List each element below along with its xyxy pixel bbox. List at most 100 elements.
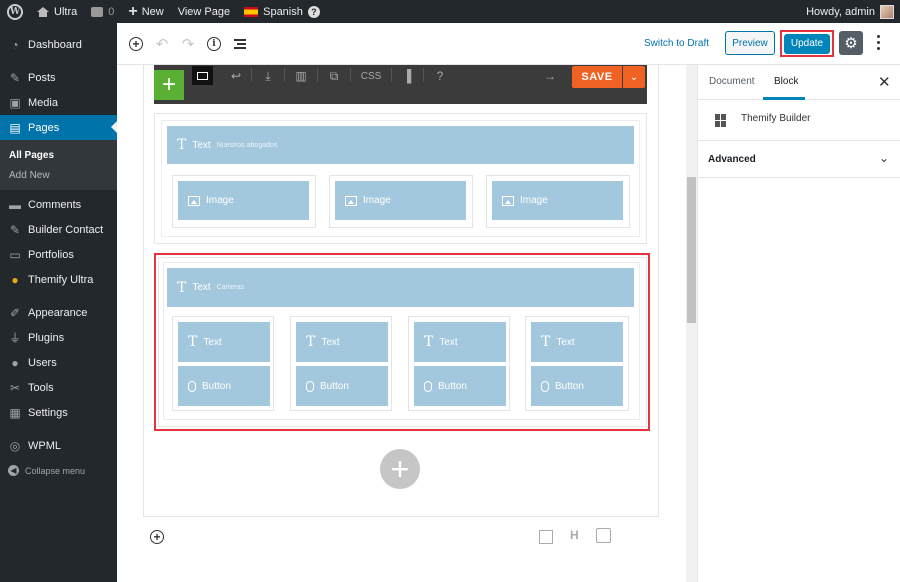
gallery-block-shortcut[interactable] xyxy=(596,528,611,543)
admin-sidebar: ◔ Dashboard ✎ Posts ▣ Media ▤ Pages All Page… xyxy=(0,23,117,582)
language-label: Spanish xyxy=(263,5,303,18)
sidebar-item-posts[interactable]: ✎ Posts xyxy=(0,65,117,90)
sidebar-item-media[interactable]: ▣ Media xyxy=(0,90,117,115)
site-name-link[interactable]: Ultra xyxy=(30,0,84,23)
dot-icon xyxy=(876,41,880,44)
language-switcher[interactable]: Spanish? xyxy=(237,0,327,23)
layout-icon: ▥ xyxy=(295,69,307,83)
info-icon: i xyxy=(207,37,221,51)
update-button[interactable]: Update xyxy=(784,33,830,54)
sidebar-item-pages[interactable]: ▤ Pages xyxy=(0,115,117,140)
image-icon xyxy=(188,195,200,206)
arrow-right-icon: → xyxy=(544,69,556,83)
wrench-icon: ✂ xyxy=(9,380,21,395)
pages-icon: ▤ xyxy=(9,120,21,135)
add-row-button[interactable]: + xyxy=(380,449,420,489)
sidebar-item-tools[interactable]: ✂ Tools xyxy=(0,375,117,400)
submenu-add-new[interactable]: Add New xyxy=(0,165,117,185)
heading-block-shortcut[interactable]: H xyxy=(570,528,579,542)
sidebar-item-label: Plugins xyxy=(28,331,65,344)
open-frontend-button[interactable]: → xyxy=(543,68,557,84)
sidebar-item-label: Portfolios xyxy=(28,248,74,261)
add-block-button[interactable]: + xyxy=(127,35,145,53)
view-page-label: View Page xyxy=(177,5,231,18)
image-module[interactable]: Image xyxy=(335,181,466,220)
sidebar-item-label: Media xyxy=(28,96,58,109)
avatar xyxy=(880,4,894,19)
module-label: Image xyxy=(206,195,234,206)
image-module[interactable]: Image xyxy=(178,181,309,220)
close-settings-button[interactable]: ✕ xyxy=(878,73,891,91)
comment-icon xyxy=(91,6,104,17)
sidebar-item-comments[interactable]: ▬ Comments xyxy=(0,192,117,217)
advanced-panel-toggle[interactable]: Advanced ⌄ xyxy=(698,141,900,178)
settings-icon: ▦ xyxy=(9,405,21,420)
collapse-menu-button[interactable]: ◀ Collapse menu xyxy=(0,458,117,483)
duplicate-button[interactable]: ⧉ xyxy=(327,68,341,84)
scrollbar-thumb[interactable] xyxy=(687,177,696,323)
sidebar-item-users[interactable]: ● Users xyxy=(0,350,117,375)
save-button[interactable]: SAVE xyxy=(572,66,622,88)
import-button[interactable]: ⤓ xyxy=(261,68,275,84)
undo-icon: ↩ xyxy=(230,69,242,83)
comments-link[interactable]: 0 xyxy=(84,0,121,23)
revisions-button[interactable]: ▐ xyxy=(400,68,414,84)
help-button[interactable]: ? xyxy=(433,68,447,84)
greeting-label: Howdy, admin xyxy=(806,5,875,18)
dot-icon xyxy=(876,47,880,50)
tab-document[interactable]: Document xyxy=(709,76,755,87)
sidebar-item-wpml[interactable]: ◎ WPML xyxy=(0,433,117,458)
sidebar-item-label: Builder Contact xyxy=(28,223,104,236)
sidebar-item-appearance[interactable]: ✐ Appearance xyxy=(0,300,117,325)
settings-tabs: Document Block ✕ xyxy=(698,65,900,100)
sidebar-item-settings[interactable]: ▦ Settings xyxy=(0,400,117,425)
canvas-scrollbar[interactable] xyxy=(686,65,697,582)
tab-block[interactable]: Block xyxy=(774,76,798,87)
settings-toggle-button[interactable]: ⚙ xyxy=(839,31,863,55)
home-icon xyxy=(37,6,49,17)
sidebar-item-builder-contact[interactable]: ✎ Builder Contact xyxy=(0,217,117,242)
sidebar-item-dashboard[interactable]: ◔ Dashboard xyxy=(0,32,117,57)
preview-button[interactable]: Preview xyxy=(725,31,775,55)
sidebar-item-plugins[interactable]: ⏚ Plugins xyxy=(0,325,117,350)
block-name: Themify Builder xyxy=(741,113,811,124)
more-options-button[interactable] xyxy=(875,35,881,50)
block-navigation-button[interactable] xyxy=(231,35,249,53)
undo-button[interactable]: ↶ xyxy=(153,35,171,53)
view-page-link[interactable]: View Page xyxy=(171,0,237,23)
undo-history-button[interactable]: ↩ xyxy=(229,68,243,84)
module-label: Image xyxy=(520,195,548,206)
block-card: Themify Builder xyxy=(698,100,900,141)
account-menu[interactable]: Howdy, admin xyxy=(799,0,900,23)
sidebar-item-label: Dashboard xyxy=(28,38,82,51)
sidebar-item-themify-ultra[interactable]: ● Themify Ultra xyxy=(0,267,117,292)
sidebar-item-portfolios[interactable]: ▭ Portfolios xyxy=(0,242,117,267)
plus-icon: + xyxy=(390,451,410,487)
plus-icon: + xyxy=(161,71,176,98)
wordpress-logo-menu[interactable]: W xyxy=(0,0,30,23)
desktop-view-button[interactable] xyxy=(192,66,213,85)
save-options-dropdown[interactable]: ⌄ xyxy=(623,66,645,88)
comments-icon: ▬ xyxy=(9,197,21,212)
image-block-shortcut[interactable] xyxy=(539,530,553,544)
row-highlight-frame xyxy=(154,253,650,431)
image-icon xyxy=(345,195,357,206)
image-module[interactable]: Image xyxy=(492,181,623,220)
advanced-label: Advanced xyxy=(708,154,756,165)
layouts-button[interactable]: ▥ xyxy=(294,68,308,84)
toolbar-divider xyxy=(251,68,252,82)
add-module-button[interactable]: + xyxy=(154,70,184,100)
themify-icon: ● xyxy=(11,272,19,287)
content-info-button[interactable]: i xyxy=(205,35,223,53)
image-icon xyxy=(502,195,514,206)
new-content-link[interactable]: + New xyxy=(121,0,170,23)
text-module[interactable]: T Text Nuestros abogados xyxy=(167,126,634,164)
sidebar-item-label: Appearance xyxy=(28,306,88,319)
switch-to-draft-link[interactable]: Switch to Draft xyxy=(644,38,709,49)
custom-css-button[interactable]: CSS xyxy=(358,68,384,84)
download-icon: ⤓ xyxy=(265,68,271,83)
add-block-inline-button[interactable]: + xyxy=(150,530,164,544)
redo-button[interactable]: ↷ xyxy=(179,35,197,53)
submenu-all-pages[interactable]: All Pages xyxy=(0,145,117,165)
module-label: Text xyxy=(192,139,211,151)
